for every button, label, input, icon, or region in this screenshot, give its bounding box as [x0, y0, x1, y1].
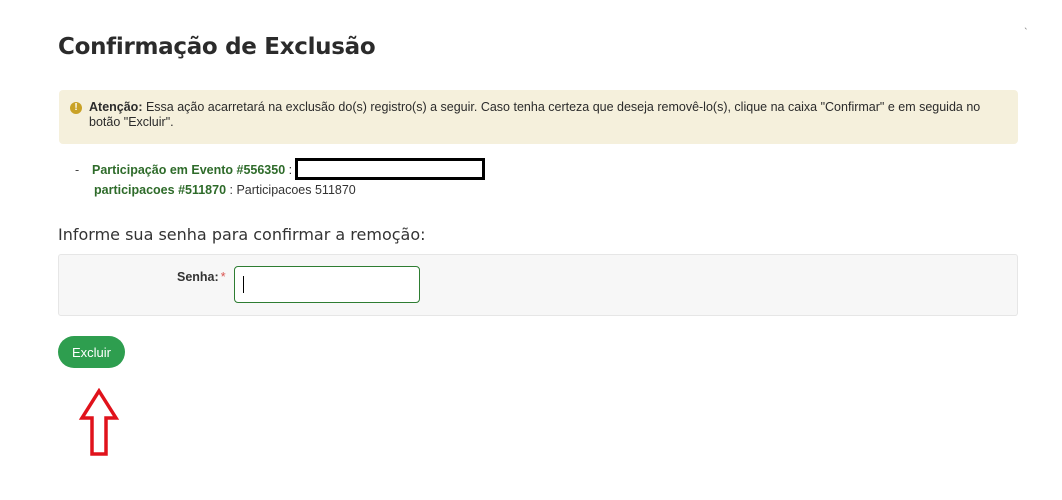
alert-strong: Atenção: — [89, 100, 143, 114]
password-label: Senha: * — [177, 270, 226, 284]
record-separator: : — [226, 183, 237, 197]
alert-text: Essa ação acarretará na exclusão do(s) r… — [89, 100, 981, 129]
record-description: Participacoes 511870 — [236, 183, 356, 197]
red-up-arrow — [78, 388, 120, 456]
list-dash: - — [75, 163, 80, 177]
page-title: Confirmação de Exclusão — [58, 34, 376, 60]
required-mark: * — [220, 270, 226, 284]
warning-alert: ! Atenção: Essa ação acarretará na exclu… — [59, 90, 1018, 144]
record-link-evento[interactable]: Participação em Evento #556350 : — [92, 160, 292, 180]
redaction-box — [295, 158, 485, 180]
password-form-panel: Senha: * — [58, 254, 1018, 316]
password-heading: Informe sua senha para confirmar a remoç… — [58, 225, 426, 244]
excluir-button[interactable]: Excluir — [58, 336, 125, 368]
warning-icon: ! — [70, 102, 82, 114]
text-caret — [243, 276, 244, 293]
password-input[interactable] — [234, 266, 420, 303]
corner-mark: ˎ — [1024, 16, 1028, 30]
record-link-participacoes[interactable]: participacoes #511870 — [94, 183, 226, 197]
